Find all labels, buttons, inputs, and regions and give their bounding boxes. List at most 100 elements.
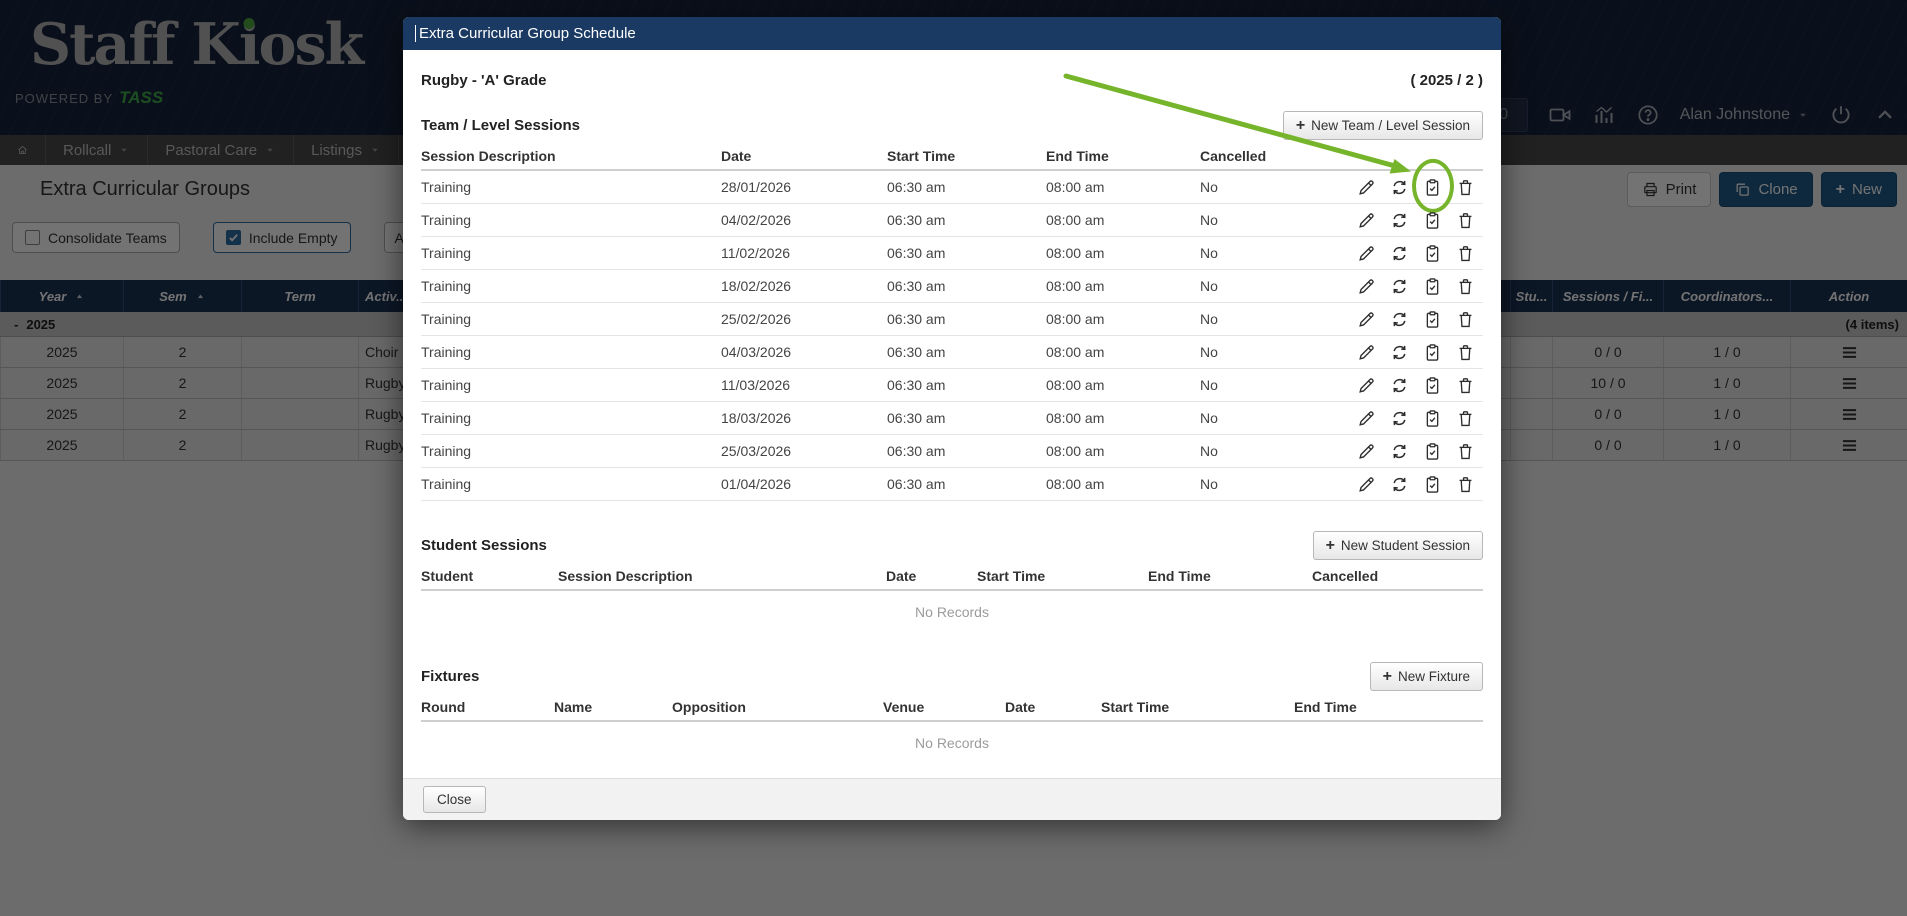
session-description-cell: Training [421, 278, 721, 294]
cancelled-cell: No [1200, 476, 1341, 492]
edit-icon[interactable] [1357, 178, 1376, 197]
edit-icon[interactable] [1357, 475, 1376, 494]
refresh-icon[interactable] [1390, 211, 1409, 230]
date-cell: 11/03/2026 [721, 377, 887, 393]
dialog-body: Rugby - 'A' Grade ( 2025 / 2 ) Team / Le… [403, 50, 1501, 778]
team-sessions-heading: Team / Level Sessions [421, 117, 580, 134]
trash-icon[interactable] [1456, 277, 1475, 296]
cancelled-cell: No [1200, 410, 1341, 426]
end-time-cell: 08:00 am [1046, 311, 1200, 327]
team-session-row: Training04/03/202606:30 am08:00 amNo [421, 336, 1483, 369]
end-time-cell: 08:00 am [1046, 212, 1200, 228]
end-time-cell: 08:00 am [1046, 410, 1200, 426]
refresh-icon[interactable] [1390, 310, 1409, 329]
row-actions [1341, 244, 1483, 263]
edit-icon[interactable] [1357, 277, 1376, 296]
row-actions [1341, 277, 1483, 296]
clipboard-check-icon[interactable] [1423, 211, 1442, 230]
session-description-cell: Training [421, 212, 721, 228]
clipboard-check-icon[interactable] [1423, 376, 1442, 395]
session-description-cell: Training [421, 443, 721, 459]
start-time-cell: 06:30 am [887, 245, 1046, 261]
refresh-icon[interactable] [1390, 376, 1409, 395]
clipboard-check-icon[interactable] [1423, 343, 1442, 362]
trash-icon[interactable] [1456, 178, 1475, 197]
clipboard-check-icon[interactable] [1423, 442, 1442, 461]
start-time-cell: 06:30 am [887, 179, 1046, 195]
start-time-cell: 06:30 am [887, 311, 1046, 327]
cancelled-cell: No [1200, 212, 1341, 228]
team-sessions-header: Session Description Date Start Time End … [421, 148, 1483, 171]
session-description-cell: Training [421, 476, 721, 492]
clipboard-check-icon[interactable] [1423, 310, 1442, 329]
extra-curricular-schedule-dialog: Extra Curricular Group Schedule Rugby - … [403, 17, 1501, 820]
date-cell: 01/04/2026 [721, 476, 887, 492]
edit-icon[interactable] [1357, 310, 1376, 329]
trash-icon[interactable] [1456, 211, 1475, 230]
edit-icon[interactable] [1357, 211, 1376, 230]
new-student-session-button[interactable]: +New Student Session [1313, 531, 1483, 560]
team-session-row: Training25/02/202606:30 am08:00 amNo [421, 303, 1483, 336]
dialog-title-bar: Extra Curricular Group Schedule [403, 17, 1501, 50]
cancelled-cell: No [1200, 377, 1341, 393]
cancelled-cell: No [1200, 311, 1341, 327]
trash-icon[interactable] [1456, 343, 1475, 362]
row-actions [1341, 475, 1483, 494]
date-cell: 25/02/2026 [721, 311, 887, 327]
trash-icon[interactable] [1456, 409, 1475, 428]
start-time-cell: 06:30 am [887, 212, 1046, 228]
start-time-cell: 06:30 am [887, 476, 1046, 492]
team-session-row: Training28/01/202606:30 am08:00 amNo [421, 171, 1483, 204]
refresh-icon[interactable] [1390, 409, 1409, 428]
clipboard-check-icon-highlighted[interactable] [1423, 178, 1442, 197]
start-time-cell: 06:30 am [887, 410, 1046, 426]
start-time-cell: 06:30 am [887, 377, 1046, 393]
close-button[interactable]: Close [423, 786, 486, 813]
end-time-cell: 08:00 am [1046, 476, 1200, 492]
refresh-icon[interactable] [1390, 277, 1409, 296]
edit-icon[interactable] [1357, 244, 1376, 263]
trash-icon[interactable] [1456, 442, 1475, 461]
end-time-cell: 08:00 am [1046, 278, 1200, 294]
year-semester-label: ( 2025 / 2 ) [1410, 72, 1483, 89]
end-time-cell: 08:00 am [1046, 344, 1200, 360]
row-actions [1341, 310, 1483, 329]
clipboard-check-icon[interactable] [1423, 244, 1442, 263]
edit-icon[interactable] [1357, 376, 1376, 395]
edit-icon[interactable] [1357, 409, 1376, 428]
new-fixture-button[interactable]: +New Fixture [1370, 662, 1483, 691]
clipboard-check-icon[interactable] [1423, 409, 1442, 428]
group-name-label: Rugby - 'A' Grade [421, 72, 546, 89]
row-actions [1341, 343, 1483, 362]
session-description-cell: Training [421, 344, 721, 360]
plus-icon: + [1383, 669, 1392, 685]
team-sessions-table: Session Description Date Start Time End … [421, 148, 1483, 501]
new-team-level-session-button[interactable]: +New Team / Level Session [1283, 111, 1483, 140]
refresh-icon[interactable] [1390, 475, 1409, 494]
team-session-row: Training04/02/202606:30 am08:00 amNo [421, 204, 1483, 237]
end-time-cell: 08:00 am [1046, 179, 1200, 195]
clipboard-check-icon[interactable] [1423, 277, 1442, 296]
clipboard-check-icon[interactable] [1423, 475, 1442, 494]
refresh-icon[interactable] [1390, 343, 1409, 362]
date-cell: 28/01/2026 [721, 179, 887, 195]
session-description-cell: Training [421, 179, 721, 195]
row-actions [1341, 178, 1483, 197]
refresh-icon[interactable] [1390, 244, 1409, 263]
refresh-icon[interactable] [1390, 178, 1409, 197]
end-time-cell: 08:00 am [1046, 377, 1200, 393]
team-session-row: Training01/04/202606:30 am08:00 amNo [421, 468, 1483, 501]
edit-icon[interactable] [1357, 343, 1376, 362]
row-actions [1341, 211, 1483, 230]
trash-icon[interactable] [1456, 244, 1475, 263]
trash-icon[interactable] [1456, 310, 1475, 329]
student-sessions-table: Student Session Description Date Start T… [421, 568, 1483, 630]
refresh-icon[interactable] [1390, 442, 1409, 461]
edit-icon[interactable] [1357, 442, 1376, 461]
student-sessions-header: Student Session Description Date Start T… [421, 568, 1483, 591]
session-description-cell: Training [421, 410, 721, 426]
date-cell: 25/03/2026 [721, 443, 887, 459]
date-cell: 11/02/2026 [721, 245, 887, 261]
trash-icon[interactable] [1456, 376, 1475, 395]
trash-icon[interactable] [1456, 475, 1475, 494]
